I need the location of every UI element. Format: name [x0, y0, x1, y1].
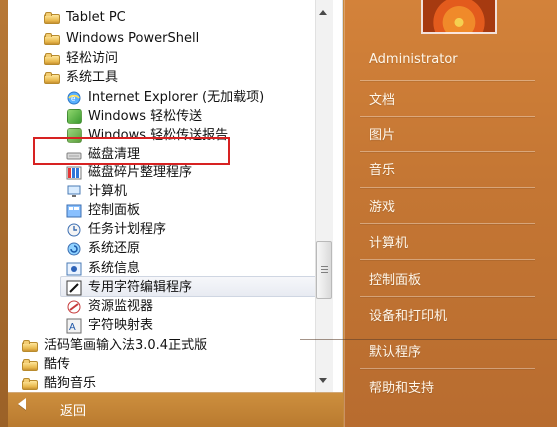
private-character-editor-icon	[66, 280, 82, 296]
right-link-control-panel[interactable]: 控制面板	[369, 269, 421, 288]
program-windows-easy-transfer[interactable]: Windows 轻松传送	[66, 107, 202, 126]
program-list-scrollbar[interactable]	[315, 0, 333, 392]
program-character-map[interactable]: A 字符映射表	[66, 316, 153, 335]
program-resource-monitor[interactable]: 资源监视器	[66, 297, 153, 316]
resource-monitor-icon	[66, 299, 82, 315]
folder-kuchuan[interactable]: 酷传	[22, 355, 70, 374]
program-internet-explorer-label: Internet Explorer (无加载项)	[88, 90, 265, 105]
program-system-information[interactable]: 系统信息	[66, 259, 140, 278]
right-link-devices-and-printers[interactable]: 设备和打印机	[369, 305, 447, 324]
right-shadow-line	[300, 339, 557, 340]
folder-ease-of-access-label: 轻松访问	[66, 51, 119, 66]
system-information-icon	[66, 261, 82, 277]
right-link-default-programs[interactable]: 默认程序	[369, 341, 421, 360]
program-system-information-label: 系统信息	[88, 261, 141, 276]
folder-tablet-pc[interactable]: Tablet PC	[44, 8, 126, 27]
back-arrow-icon	[18, 398, 26, 410]
selection-outline	[33, 137, 230, 165]
program-windows-easy-transfer-label: Windows 轻松传送	[88, 109, 203, 124]
folder-kuchuan-label: 酷传	[44, 357, 71, 372]
folder-icon	[44, 31, 60, 47]
program-control-panel-label: 控制面板	[88, 203, 141, 218]
right-link-games[interactable]: 游戏	[369, 196, 395, 215]
right-link-computer[interactable]: 计算机	[369, 232, 408, 251]
scroll-up-icon[interactable]	[319, 10, 327, 15]
right-separator	[360, 80, 535, 81]
thumb-grip-line	[321, 272, 328, 273]
program-private-character-editor[interactable]: 专用字符编辑程序	[66, 278, 192, 297]
right-separator	[360, 368, 535, 369]
folder-tablet-pc-label: Tablet PC	[66, 10, 126, 25]
program-disk-defragmenter-label: 磁盘碎片整理程序	[88, 165, 193, 180]
folder-huoma-stroke-ime[interactable]: 活码笔画输入法3.0.4正式版	[22, 336, 207, 355]
folder-windows-powershell-label: Windows PowerShell	[66, 31, 200, 46]
program-system-restore-label: 系统还原	[88, 241, 141, 256]
right-separator	[360, 296, 535, 297]
scroll-down-icon[interactable]	[319, 378, 327, 383]
window-edge	[0, 0, 8, 427]
right-link-help-and-support[interactable]: 帮助和支持	[369, 377, 434, 396]
right-separator	[360, 151, 535, 152]
windows-easy-transfer-icon	[66, 109, 82, 125]
user-avatar[interactable]	[421, 0, 497, 34]
folder-icon	[22, 338, 38, 354]
svg-text:e: e	[71, 94, 76, 103]
back-bar[interactable]	[8, 392, 343, 427]
program-task-scheduler[interactable]: 任务计划程序	[66, 220, 166, 239]
right-link-pictures[interactable]: 图片	[369, 124, 395, 143]
task-scheduler-icon	[66, 222, 82, 238]
right-link-administrator[interactable]: Administrator	[369, 52, 458, 67]
program-system-restore[interactable]: 系统还原	[66, 239, 140, 258]
program-task-scheduler-label: 任务计划程序	[88, 222, 167, 237]
right-link-documents[interactable]: 文档	[369, 89, 395, 108]
folder-system-tools[interactable]: 系统工具	[44, 68, 118, 87]
program-character-map-label: 字符映射表	[88, 318, 154, 333]
folder-windows-powershell[interactable]: Windows PowerShell	[44, 29, 199, 48]
program-computer[interactable]: 计算机	[66, 182, 127, 201]
computer-icon	[66, 184, 82, 200]
program-resource-monitor-label: 资源监视器	[88, 299, 154, 314]
character-map-icon: A	[66, 318, 82, 334]
folder-icon	[44, 51, 60, 67]
scroll-thumb[interactable]	[316, 241, 332, 299]
folder-icon	[22, 376, 38, 392]
program-computer-label: 计算机	[88, 184, 128, 199]
folder-icon	[44, 10, 60, 26]
internet-explorer-icon: e	[66, 90, 82, 106]
thumb-grip-line	[321, 266, 328, 267]
right-separator	[360, 187, 535, 188]
program-internet-explorer[interactable]: e Internet Explorer (无加载项)	[66, 88, 264, 107]
folder-icon	[44, 70, 60, 86]
folder-huoma-stroke-ime-label: 活码笔画输入法3.0.4正式版	[44, 338, 208, 353]
right-separator	[360, 116, 535, 117]
system-restore-icon	[66, 241, 82, 257]
folder-ease-of-access[interactable]: 轻松访问	[44, 49, 118, 68]
control-panel-icon	[66, 203, 82, 219]
svg-text:A: A	[69, 322, 76, 333]
program-control-panel[interactable]: 控制面板	[66, 201, 140, 220]
folder-kugou-music[interactable]: 酷狗音乐	[22, 374, 96, 393]
disk-defragmenter-icon	[66, 165, 82, 181]
back-label: 返回	[60, 404, 87, 419]
right-link-music[interactable]: 音乐	[369, 159, 395, 178]
thumb-grip-line	[321, 269, 328, 270]
folder-icon	[22, 357, 38, 373]
folder-system-tools-label: 系统工具	[66, 70, 119, 85]
right-separator	[360, 259, 535, 260]
program-disk-defragmenter[interactable]: 磁盘碎片整理程序	[66, 163, 192, 182]
folder-kugou-music-label: 酷狗音乐	[44, 376, 97, 391]
right-separator	[360, 223, 535, 224]
program-private-character-editor-label: 专用字符编辑程序	[88, 280, 193, 295]
